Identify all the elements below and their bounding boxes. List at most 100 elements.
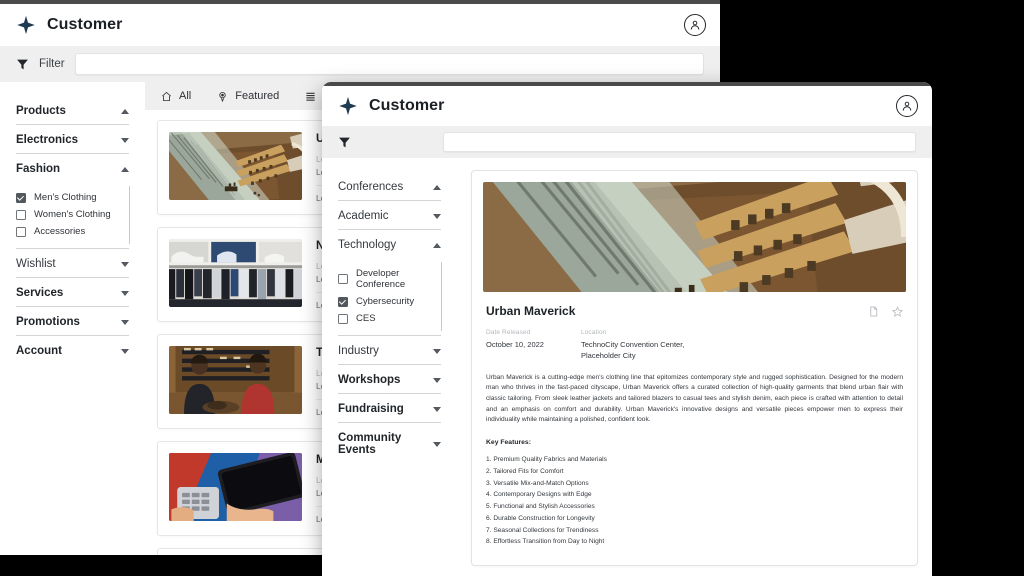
sidebar-item-community-events[interactable]: Community Events bbox=[338, 423, 441, 463]
checkbox-developer-conference[interactable]: Developer Conference bbox=[338, 265, 441, 293]
bg-app-title: Customer bbox=[47, 16, 122, 34]
checkbox-icon[interactable] bbox=[338, 274, 348, 284]
chevron-down-icon bbox=[121, 320, 129, 325]
key-feature-item: 3. Versatile Mix-and-Match Options bbox=[486, 478, 903, 490]
fg-app-title: Customer bbox=[369, 97, 444, 115]
checkbox-label: Women's Clothing bbox=[34, 209, 111, 220]
bg-filter-bar: Filter bbox=[0, 46, 720, 82]
sidebar-item-products[interactable]: Products bbox=[16, 96, 129, 125]
key-feature-item: 8. Effortless Transition from Day to Nig… bbox=[486, 536, 903, 548]
checkbox-womens-clothing[interactable]: Women's Clothing bbox=[16, 206, 129, 223]
checkbox-icon[interactable] bbox=[16, 193, 26, 203]
sidebar-item-services[interactable]: Services bbox=[16, 278, 129, 307]
sparkle-icon bbox=[16, 15, 36, 35]
sidebar-item-academic[interactable]: Academic bbox=[338, 201, 441, 230]
fg-user-avatar-icon[interactable] bbox=[896, 95, 918, 117]
sidebar-item-workshops[interactable]: Workshops bbox=[338, 365, 441, 394]
foreground-window[interactable]: Customer Conferences bbox=[322, 82, 932, 576]
home-icon bbox=[161, 91, 172, 102]
sidebar-item-fundraising[interactable]: Fundraising bbox=[338, 394, 441, 423]
funnel-filter-icon[interactable] bbox=[338, 136, 351, 149]
checkbox-mens-clothing[interactable]: Men's Clothing bbox=[16, 189, 129, 206]
key-feature-item: 7. Seasonal Collections for Trendiness bbox=[486, 525, 903, 537]
bg-search-input[interactable] bbox=[75, 53, 704, 75]
fg-detail-scroll[interactable]: Urban Maverick bbox=[457, 158, 932, 576]
lightbulb-icon bbox=[217, 91, 228, 102]
sidebar-item-label: Community Events bbox=[338, 432, 433, 456]
funnel-filter-icon[interactable] bbox=[16, 58, 29, 71]
fg-window-body: Conferences Academic Technology bbox=[322, 158, 932, 576]
checkbox-icon[interactable] bbox=[338, 314, 348, 324]
fg-window-header: Customer bbox=[322, 86, 932, 126]
checkbox-accessories[interactable]: Accessories bbox=[16, 223, 129, 240]
chevron-down-icon bbox=[121, 262, 129, 267]
meta-value: October 10, 2022 bbox=[486, 340, 581, 351]
sidebar-item-label: Fashion bbox=[16, 163, 60, 175]
sidebar-item-industry[interactable]: Industry bbox=[338, 336, 441, 365]
detail-hero-image bbox=[483, 182, 906, 292]
bg-brand: Customer bbox=[16, 15, 122, 35]
detail-card: Urban Maverick bbox=[471, 170, 918, 566]
tab-label: All bbox=[179, 90, 191, 102]
chevron-down-icon bbox=[433, 442, 441, 447]
checkbox-cybersecurity[interactable]: Cybersecurity bbox=[338, 293, 441, 310]
sidebar-item-label: Technology bbox=[338, 239, 396, 251]
checkbox-icon[interactable] bbox=[16, 227, 26, 237]
key-feature-item: 5. Functional and Stylish Accessories bbox=[486, 501, 903, 513]
key-feature-item: 1. Premium Quality Fabrics and Materials bbox=[486, 454, 903, 466]
checkbox-label: Accessories bbox=[34, 226, 85, 237]
sidebar-item-wishlist[interactable]: Wishlist bbox=[16, 249, 129, 278]
meta-key: Location bbox=[581, 329, 684, 336]
chevron-down-icon bbox=[433, 378, 441, 383]
list-lines-icon bbox=[305, 91, 316, 102]
checkbox-label: CES bbox=[356, 313, 376, 324]
key-feature-item: 2. Tailored Fits for Comfort bbox=[486, 466, 903, 478]
tab-label: Featured bbox=[235, 90, 279, 102]
tab-all[interactable]: All bbox=[161, 90, 191, 102]
sidebar-item-technology[interactable]: Technology bbox=[338, 230, 441, 258]
sidebar-item-label: Academic bbox=[338, 210, 389, 222]
sidebar-item-label: Promotions bbox=[16, 316, 80, 328]
sidebar-item-label: Electronics bbox=[16, 134, 78, 146]
chevron-down-icon bbox=[433, 349, 441, 354]
list-item-thumbnail bbox=[169, 132, 302, 200]
key-features-title: Key Features: bbox=[483, 426, 906, 446]
sidebar-item-label: Conferences bbox=[338, 181, 403, 193]
chevron-up-icon bbox=[433, 185, 441, 190]
list-item-thumbnail bbox=[169, 453, 302, 521]
detail-meta-grid: Date Released October 10, 2022 Location … bbox=[483, 320, 906, 362]
star-favorite-icon[interactable] bbox=[892, 306, 903, 317]
sidebar-item-label: Services bbox=[16, 287, 63, 299]
detail-action-icons bbox=[868, 306, 903, 317]
bg-user-avatar-icon[interactable] bbox=[684, 14, 706, 36]
list-item-thumbnail bbox=[169, 346, 302, 414]
screenshot-stage: Customer Filter Products bbox=[0, 0, 1024, 576]
key-features-list: 1. Premium Quality Fabrics and Materials… bbox=[483, 446, 906, 554]
fg-content: Urban Maverick bbox=[457, 158, 932, 576]
chevron-up-icon bbox=[121, 167, 129, 172]
key-feature-item: 6. Durable Construction for Longevity bbox=[486, 513, 903, 525]
sidebar-item-label: Products bbox=[16, 105, 66, 117]
chevron-up-icon bbox=[433, 243, 441, 248]
checkbox-ces[interactable]: CES bbox=[338, 310, 441, 327]
checkbox-icon[interactable] bbox=[338, 297, 348, 307]
bg-window-header: Customer bbox=[0, 4, 720, 46]
sidebar-item-label: Workshops bbox=[338, 374, 400, 386]
checkbox-icon[interactable] bbox=[16, 210, 26, 220]
chevron-down-icon bbox=[433, 214, 441, 219]
chevron-down-icon bbox=[433, 407, 441, 412]
fg-filter-bar bbox=[322, 126, 932, 158]
fg-search-input[interactable] bbox=[443, 132, 916, 152]
chevron-down-icon bbox=[121, 349, 129, 354]
sidebar-item-fashion[interactable]: Fashion bbox=[16, 154, 129, 182]
tab-featured[interactable]: Featured bbox=[217, 90, 279, 102]
fg-sidebar-groups: Conferences Academic Technology bbox=[322, 172, 457, 463]
sidebar-item-promotions[interactable]: Promotions bbox=[16, 307, 129, 336]
meta-key: Date Released bbox=[486, 329, 581, 336]
sidebar-item-account[interactable]: Account bbox=[16, 336, 129, 364]
sidebar-item-electronics[interactable]: Electronics bbox=[16, 125, 129, 154]
list-item-thumbnail bbox=[169, 239, 302, 307]
sidebar-item-conferences[interactable]: Conferences bbox=[338, 172, 441, 201]
checkbox-label: Developer Conference bbox=[356, 268, 441, 290]
document-icon[interactable] bbox=[868, 306, 879, 317]
